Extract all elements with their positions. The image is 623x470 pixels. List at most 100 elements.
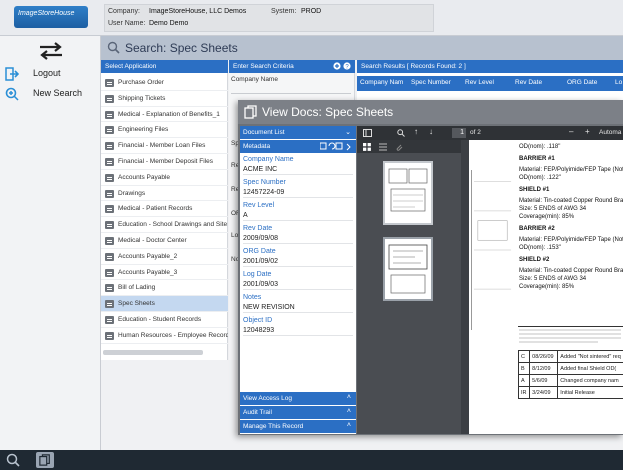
page-disclaimer (518, 326, 623, 348)
logout-icon (5, 67, 19, 81)
metadata-field-value: 12457224-09 (243, 189, 353, 198)
sidebar-toggle-icon[interactable] (363, 129, 372, 137)
application-icon (105, 142, 114, 151)
page-text-line: BARRIER #1 (519, 156, 555, 162)
documents-icon (244, 105, 257, 119)
application-item[interactable]: Human Resources - Employee Record (101, 328, 228, 344)
application-icon (105, 126, 114, 135)
pdf-page: OD(nom): .118" BARRIER #1 Material: FEP/Po… (469, 140, 623, 434)
add-icon[interactable] (333, 62, 341, 70)
left-navigation: Logout New Search (0, 36, 101, 450)
revision-cell-date: 3/24/09 (529, 386, 559, 399)
page-text-line: SHIELD #1 (519, 187, 550, 193)
application-icon (105, 110, 114, 119)
metadata-section-header[interactable]: View Access Log ˄ (240, 392, 356, 405)
outline-view-icon[interactable] (379, 143, 387, 151)
metadata-field-value: 2001/09/02 (243, 258, 353, 267)
metadata-field-label: Log Date (243, 271, 272, 278)
page-thumbnail[interactable] (383, 161, 433, 225)
search-criteria-title: Enter Search Criteria (233, 63, 294, 70)
application-item[interactable]: Purchase Order (101, 75, 228, 91)
application-item[interactable]: Medical - Explanation of Benefits_1 (101, 107, 228, 123)
horizontal-scrollbar[interactable] (103, 350, 203, 355)
metadata-field-value: 2009/09/08 (243, 235, 353, 244)
column-header[interactable]: Lo (615, 79, 622, 86)
page-text-line: Coverage(min): 85% (519, 284, 575, 290)
metadata-section-header[interactable]: Manage This Record ˄ (240, 420, 356, 433)
thumbnail-view-icon[interactable] (363, 143, 371, 151)
application-item[interactable]: Financial - Member Deposit Files (101, 154, 228, 170)
application-item[interactable]: Financial - Member Loan Files (101, 138, 228, 154)
page-text-line: Size: 5 ENDS of AWG 34 (519, 276, 587, 282)
revision-cell-rev: B (517, 362, 531, 375)
swap-icon[interactable] (38, 42, 64, 60)
application-item-label: Accounts Payable_2 (118, 252, 178, 260)
application-item[interactable]: Accounts Payable_3 (101, 265, 228, 281)
company-name-input[interactable] (231, 86, 351, 94)
system-label: System: (271, 8, 297, 15)
application-item[interactable]: Shipping Tickets (101, 91, 228, 107)
page-text-line: Material: FEP/Polyimide/FEP Tape (Not (519, 237, 623, 243)
metadata-panel: Document List ⌄ Metadata Company Name ACM… (240, 126, 356, 434)
modal-title-bar: View Docs: Spec Sheets (238, 100, 623, 124)
view-docs-modal: View Docs: Spec Sheets Document List ⌄ M… (238, 100, 623, 435)
column-header[interactable]: Spec Number (411, 79, 451, 86)
metadata-tools-icon[interactable] (320, 142, 352, 151)
bottom-taskbar (0, 450, 623, 470)
application-icon (105, 315, 114, 324)
logout-button[interactable]: Logout (0, 65, 100, 83)
metadata-section-label: Audit Trail (243, 409, 272, 416)
column-header[interactable]: Rev Level (465, 79, 494, 86)
application-item[interactable]: Medical - Doctor Center (101, 233, 228, 249)
attachments-icon[interactable] (395, 143, 403, 151)
application-icon (105, 268, 114, 277)
application-item-label: Bill of Lading (118, 284, 156, 292)
application-item[interactable]: Education - Student Records (101, 312, 228, 328)
metadata-field-value: A (243, 212, 353, 221)
new-search-button[interactable]: New Search (0, 85, 100, 103)
application-icon (105, 79, 114, 87)
application-item[interactable]: Drawings (101, 186, 228, 202)
column-header[interactable]: ORG Date (567, 79, 597, 86)
help-icon[interactable]: ? (343, 62, 351, 70)
pdf-viewer: ↑ ↓ 1 of 2 – + Automa OD(nom): .118" BAR… (357, 126, 623, 434)
application-item[interactable]: Accounts Payable_2 (101, 249, 228, 265)
page-thumbnail[interactable] (383, 237, 433, 301)
page-thumbnail-image (388, 168, 428, 212)
application-item[interactable]: Medical - Patient Records (101, 201, 228, 218)
search-icon[interactable] (6, 453, 20, 467)
zoom-select[interactable]: Automa (599, 129, 621, 136)
revision-cell-date: 5/6/09 (529, 374, 559, 387)
next-page-icon[interactable]: ↓ (429, 127, 433, 136)
zoom-in-icon[interactable]: + (585, 127, 590, 136)
application-item-label: Financial - Member Loan Files (118, 142, 206, 150)
application-panel: Select Application Purchase Order Shippin… (101, 60, 228, 360)
metadata-section-header[interactable]: Audit Trail ˄ (240, 406, 356, 419)
metadata-header[interactable]: Metadata (240, 140, 356, 153)
documents-task-button[interactable] (36, 452, 54, 468)
application-item[interactable]: Spec Sheets (101, 296, 228, 312)
application-item[interactable]: Engineering Files (101, 122, 228, 139)
page-title-bar: Search: Spec Sheets (101, 36, 623, 60)
find-icon[interactable] (397, 129, 405, 137)
metadata-field-label: Rev Level (243, 202, 275, 209)
page-number-input[interactable]: 1 (452, 128, 466, 138)
search-icon (107, 41, 120, 54)
company-logo: ImageStoreHouse (14, 6, 88, 28)
application-icon (105, 331, 114, 340)
application-item-label: Human Resources - Employee Record (118, 331, 228, 339)
document-list-header[interactable]: Document List ⌄ (240, 126, 356, 139)
page-drawing (471, 170, 512, 330)
column-header[interactable]: Rev Date (515, 79, 542, 86)
application-item[interactable]: Accounts Payable (101, 170, 228, 186)
column-header[interactable]: Company Nam (360, 79, 403, 86)
application-panel-header: Select Application (101, 60, 228, 73)
top-header: ImageStoreHouse Company: ImageStoreHouse… (0, 0, 623, 36)
page-text-line: Coverage(min): 85% (519, 214, 575, 220)
page-text-line: Material: Tin-coated Copper Round Braid (519, 198, 623, 204)
application-item[interactable]: Bill of Lading (101, 280, 228, 297)
application-item[interactable]: Education - School Drawings and Site (101, 217, 228, 233)
previous-page-icon[interactable]: ↑ (414, 127, 418, 136)
zoom-out-icon[interactable]: – (569, 127, 573, 136)
search-criteria-header: Enter Search Criteria ? (229, 60, 355, 73)
